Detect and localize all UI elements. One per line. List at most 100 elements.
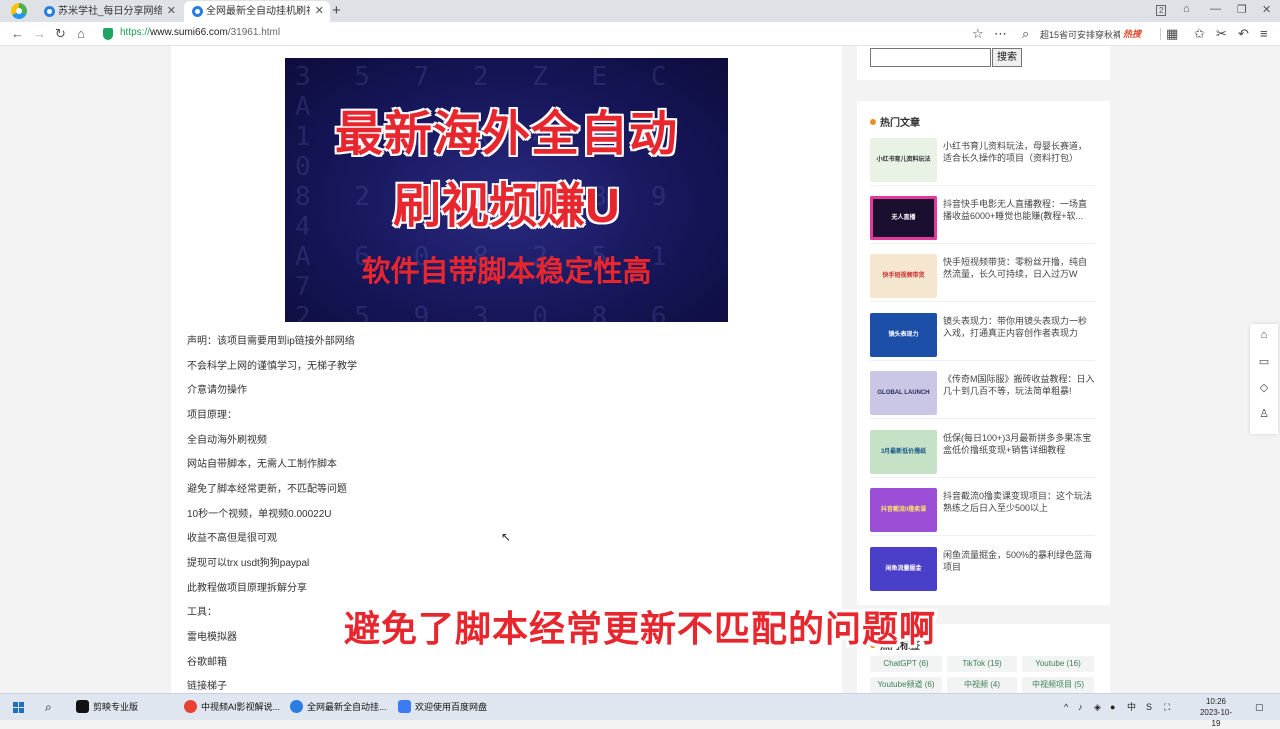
floating-toolbar: ⌂ ▭ ◇ ♙ — [1250, 324, 1278, 434]
hot-article-item[interactable]: 3月最新低价撸纸 低保(每日100+)3月最新拼多多果冻宝盒低价撸纸变现+销售详… — [870, 430, 1095, 478]
shirt-icon[interactable]: ⌂ — [1183, 3, 1190, 15]
undo-icon[interactable]: ↶ — [1238, 26, 1249, 42]
diamond-icon[interactable]: ◇ — [1250, 381, 1278, 394]
cart-icon[interactable]: ▭ — [1250, 355, 1278, 368]
article-thumbnail[interactable]: 小红书育儿资料玩法 — [870, 138, 937, 182]
hot-article-item[interactable]: 快手短视频带货 快手短视频带货：零粉丝开撸，纯自然流量，长久可持续，日入过万W — [870, 254, 1095, 302]
tab-title: 苏米学社_每日分享网络赚钱 — [58, 6, 162, 17]
tab-article[interactable]: 全网最新全自动挂机刷视频 ✕ — [184, 1, 330, 22]
hot-article-item[interactable]: 无人直播 抖音快手电影无人直播教程：一场直播收益6000+睡觉也能赚(教程+软.… — [870, 196, 1095, 244]
article-paragraph: 项目原理： — [187, 410, 237, 421]
tab-sumi[interactable]: 苏米学社_每日分享网络赚钱 ✕ — [36, 1, 182, 22]
tag-link[interactable]: 中视频项目 (5) — [1022, 677, 1094, 693]
back-arrow-icon[interactable]: ← — [11, 26, 24, 42]
tag-link[interactable]: Youtube频道 (6) — [870, 677, 942, 693]
hot-article-item[interactable]: 镜头表现力 镜头表现力：带你用镜头表现力一秒入戏，打通真正内容创作者表现力 — [870, 313, 1095, 361]
baidu-netdisk-icon — [398, 700, 411, 713]
article-thumbnail[interactable]: 快手短视频带货 — [870, 254, 937, 298]
system-clock[interactable]: 10:26 2023-10-19 — [1196, 696, 1236, 729]
article-paragraph: 谷歌邮箱 — [187, 657, 227, 668]
article-thumbnail[interactable]: 无人直播 — [870, 196, 937, 240]
banner-line-2: 刷视频赚U — [393, 180, 620, 233]
hot-search-label[interactable]: 热搜 — [1123, 27, 1141, 40]
sogou-icon[interactable]: ⛶ — [1164, 694, 1170, 721]
hot-article-item[interactable]: 小红书育儿资料玩法 小红书育儿资料玩法，母婴长赛道，适合长久操作的项目（资料打包… — [870, 138, 1095, 186]
close-icon[interactable]: ✕ — [315, 1, 324, 22]
page-content: 3 5 7 2 Z E C A1 9 2 R 4 8 6 08 2 5 1 7 … — [0, 46, 1280, 693]
hot-article-title[interactable]: 闲鱼流量掘金，500%的暴利绿色蓝海项目 — [943, 549, 1095, 573]
tools-icon[interactable]: ✂ — [1216, 26, 1227, 42]
article-paragraph: 介意请勿操作 — [187, 385, 247, 396]
url-field[interactable]: https://www.sumi66.com/31961.html — [120, 27, 280, 38]
menu-icon[interactable]: ≡ — [1260, 26, 1268, 42]
article-paragraph: 声明：该项目需要用到ip链接外部网络 — [187, 336, 355, 347]
hot-article-title[interactable]: 镜头表现力：带你用镜头表现力一秒入戏，打通真正内容创作者表现力 — [943, 315, 1095, 339]
tab-bar: 苏米学社_每日分享网络赚钱 ✕ 全网最新全自动挂机刷视频 ✕ + 2 ⌂ — ❐… — [0, 0, 1280, 22]
taskbar-app[interactable]: 全网最新全自动挂... — [290, 694, 387, 721]
hot-article-title[interactable]: 抖音截流0撸卖课变现项目：这个玩法熟练之后日入至少500以上 — [943, 490, 1095, 514]
article-paragraph: 网站自带脚本，无需人工制作脚本 — [187, 459, 337, 470]
hot-article-item[interactable]: GLOBAL LAUNCH 《传奇M国际服》搬砖收益教程：日入几十到几百不等，玩… — [870, 371, 1095, 419]
divider — [1160, 28, 1161, 40]
article-paragraph: 10秒一个视频，单视频0.00022U — [187, 509, 332, 520]
home-icon[interactable]: ⌂ — [1250, 329, 1278, 341]
address-bar: ← → ↻ ⌂ https://www.sumi66.com/31961.htm… — [0, 22, 1280, 46]
article-card: 3 5 7 2 Z E C A1 9 2 R 4 8 6 08 2 5 1 7 … — [171, 46, 842, 693]
hot-articles-card: 热门文章 小红书育儿资料玩法 小红书育儿资料玩法，母婴长赛道，适合长久操作的项目… — [857, 101, 1110, 605]
browser-logo-icon[interactable] — [11, 3, 27, 19]
chrome-icon — [184, 700, 197, 713]
tag-link[interactable]: TikTok (19) — [947, 656, 1017, 672]
hot-search-text[interactable]: 超15省可安排穿秋裤 — [1040, 28, 1120, 41]
notification-icon[interactable]: ▢ — [1255, 694, 1264, 721]
search-input[interactable] — [870, 48, 991, 67]
taskbar-app[interactable]: 剪映专业版 — [76, 694, 138, 721]
search-icon[interactable]: ⌕ — [1022, 26, 1029, 42]
tag-link[interactable]: ChatGPT (6) — [870, 656, 942, 672]
hot-articles-title: 热门文章 — [870, 114, 920, 129]
site-favicon-icon — [44, 6, 55, 17]
close-icon[interactable]: ✕ — [167, 1, 176, 22]
secure-shield-icon — [103, 28, 113, 40]
home-icon[interactable]: ⌂ — [77, 26, 85, 42]
favorites-icon[interactable]: ✩ — [1194, 26, 1205, 42]
article-thumbnail[interactable]: 闲鱼流量掘金 — [870, 547, 937, 591]
search-button[interactable]: 搜索 — [992, 48, 1022, 67]
user-icon[interactable]: ♙ — [1250, 407, 1278, 420]
article-banner-image: 3 5 7 2 Z E C A1 9 2 R 4 8 6 08 2 5 1 7 … — [285, 58, 728, 322]
hot-article-title[interactable]: 低保(每日100+)3月最新拼多多果冻宝盒低价撸纸变现+销售详细教程 — [943, 432, 1095, 456]
hot-article-title[interactable]: 快手短视频带货：零粉丝开撸，纯自然流量，长久可持续，日入过万W — [943, 256, 1095, 280]
forward-arrow-icon[interactable]: → — [33, 26, 46, 42]
article-thumbnail[interactable]: 镜头表现力 — [870, 313, 937, 357]
maximize-icon[interactable]: ❐ — [1237, 3, 1247, 16]
article-paragraph: 此教程做项目原理拆解分享 — [187, 583, 307, 594]
star-icon[interactable]: ☆ — [972, 26, 984, 42]
tray-expand-icon[interactable]: ^ — [1064, 694, 1068, 721]
capcut-icon — [76, 700, 89, 713]
hot-article-title[interactable]: 小红书育儿资料玩法，母婴长赛道，适合长久操作的项目（资料打包） — [943, 140, 1095, 164]
minimize-icon[interactable]: — — [1210, 3, 1221, 15]
security-icon[interactable]: ◈ — [1094, 694, 1101, 721]
taskbar-app[interactable]: 中视频AI影视解说... — [184, 694, 280, 721]
ime-icon[interactable]: S — [1146, 694, 1152, 721]
article-thumbnail[interactable]: 抖音截流0撸卖课 — [870, 488, 937, 532]
hot-article-title[interactable]: 抖音快手电影无人直播教程：一场直播收益6000+睡觉也能赚(教程+软... — [943, 198, 1095, 222]
new-tab-button[interactable]: + — [332, 1, 341, 21]
microphone-icon[interactable]: ♪ — [1078, 694, 1083, 721]
apps-grid-icon[interactable]: ▦ — [1166, 26, 1178, 42]
article-thumbnail[interactable]: 3月最新低价撸纸 — [870, 430, 937, 474]
windows-start-icon[interactable] — [13, 702, 24, 713]
tag-link[interactable]: 中视频 (4) — [947, 677, 1017, 693]
refresh-icon[interactable]: ↻ — [55, 26, 66, 42]
record-icon[interactable]: ● — [1110, 694, 1115, 721]
close-window-icon[interactable]: ✕ — [1262, 3, 1271, 16]
search-icon[interactable]: ⌕ — [45, 694, 52, 721]
hot-article-item[interactable]: 抖音截流0撸卖课 抖音截流0撸卖课变现项目：这个玩法熟练之后日入至少500以上 — [870, 488, 1095, 536]
taskbar-app[interactable]: 欢迎使用百度网盘 — [398, 694, 487, 721]
tab-count-badge[interactable]: 2 — [1156, 5, 1167, 16]
ime-indicator[interactable]: 中 — [1127, 694, 1136, 721]
article-thumbnail[interactable]: GLOBAL LAUNCH — [870, 371, 937, 415]
hot-article-title[interactable]: 《传奇M国际服》搬砖收益教程：日入几十到几百不等，玩法简单粗暴! — [943, 373, 1095, 397]
tag-link[interactable]: Youtube (16) — [1022, 656, 1094, 672]
more-icon[interactable]: ⋯ — [994, 26, 1007, 42]
hot-article-item[interactable]: 闲鱼流量掘金 闲鱼流量掘金，500%的暴利绿色蓝海项目 — [870, 547, 1095, 595]
